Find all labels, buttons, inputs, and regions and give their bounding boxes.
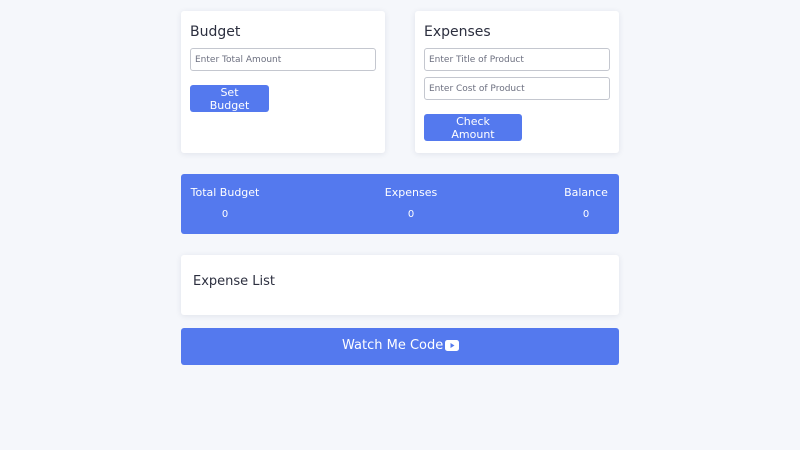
- watch-me-code-button[interactable]: Watch Me Code: [181, 328, 619, 365]
- expenses-total-value: 0: [407, 209, 415, 220]
- balance-label: Balance: [564, 186, 608, 199]
- expense-list-card: Expense List: [181, 255, 619, 315]
- product-cost-input[interactable]: [424, 77, 610, 100]
- check-amount-button[interactable]: Check Amount: [424, 114, 522, 141]
- page: Budget Set Budget Expenses Check Amount …: [0, 0, 800, 450]
- total-budget-label: Total Budget: [190, 186, 260, 199]
- total-budget-value: 0: [221, 209, 229, 220]
- youtube-icon: [445, 340, 459, 351]
- expenses-card: Expenses Check Amount: [415, 11, 619, 153]
- product-title-input[interactable]: [424, 48, 610, 71]
- budget-card: Budget Set Budget: [181, 11, 385, 153]
- expense-list-title: Expense List: [193, 274, 276, 289]
- expenses-title: Expenses: [424, 24, 491, 40]
- set-budget-button[interactable]: Set Budget: [190, 85, 269, 112]
- total-amount-input[interactable]: [190, 48, 376, 71]
- watch-me-code-label: Watch Me Code: [342, 338, 444, 353]
- budget-title: Budget: [190, 24, 241, 40]
- balance-value: 0: [582, 209, 590, 220]
- summary-panel: Total Budget 0 Expenses 0 Balance 0: [181, 174, 619, 234]
- expenses-total-label: Expenses: [384, 186, 438, 199]
